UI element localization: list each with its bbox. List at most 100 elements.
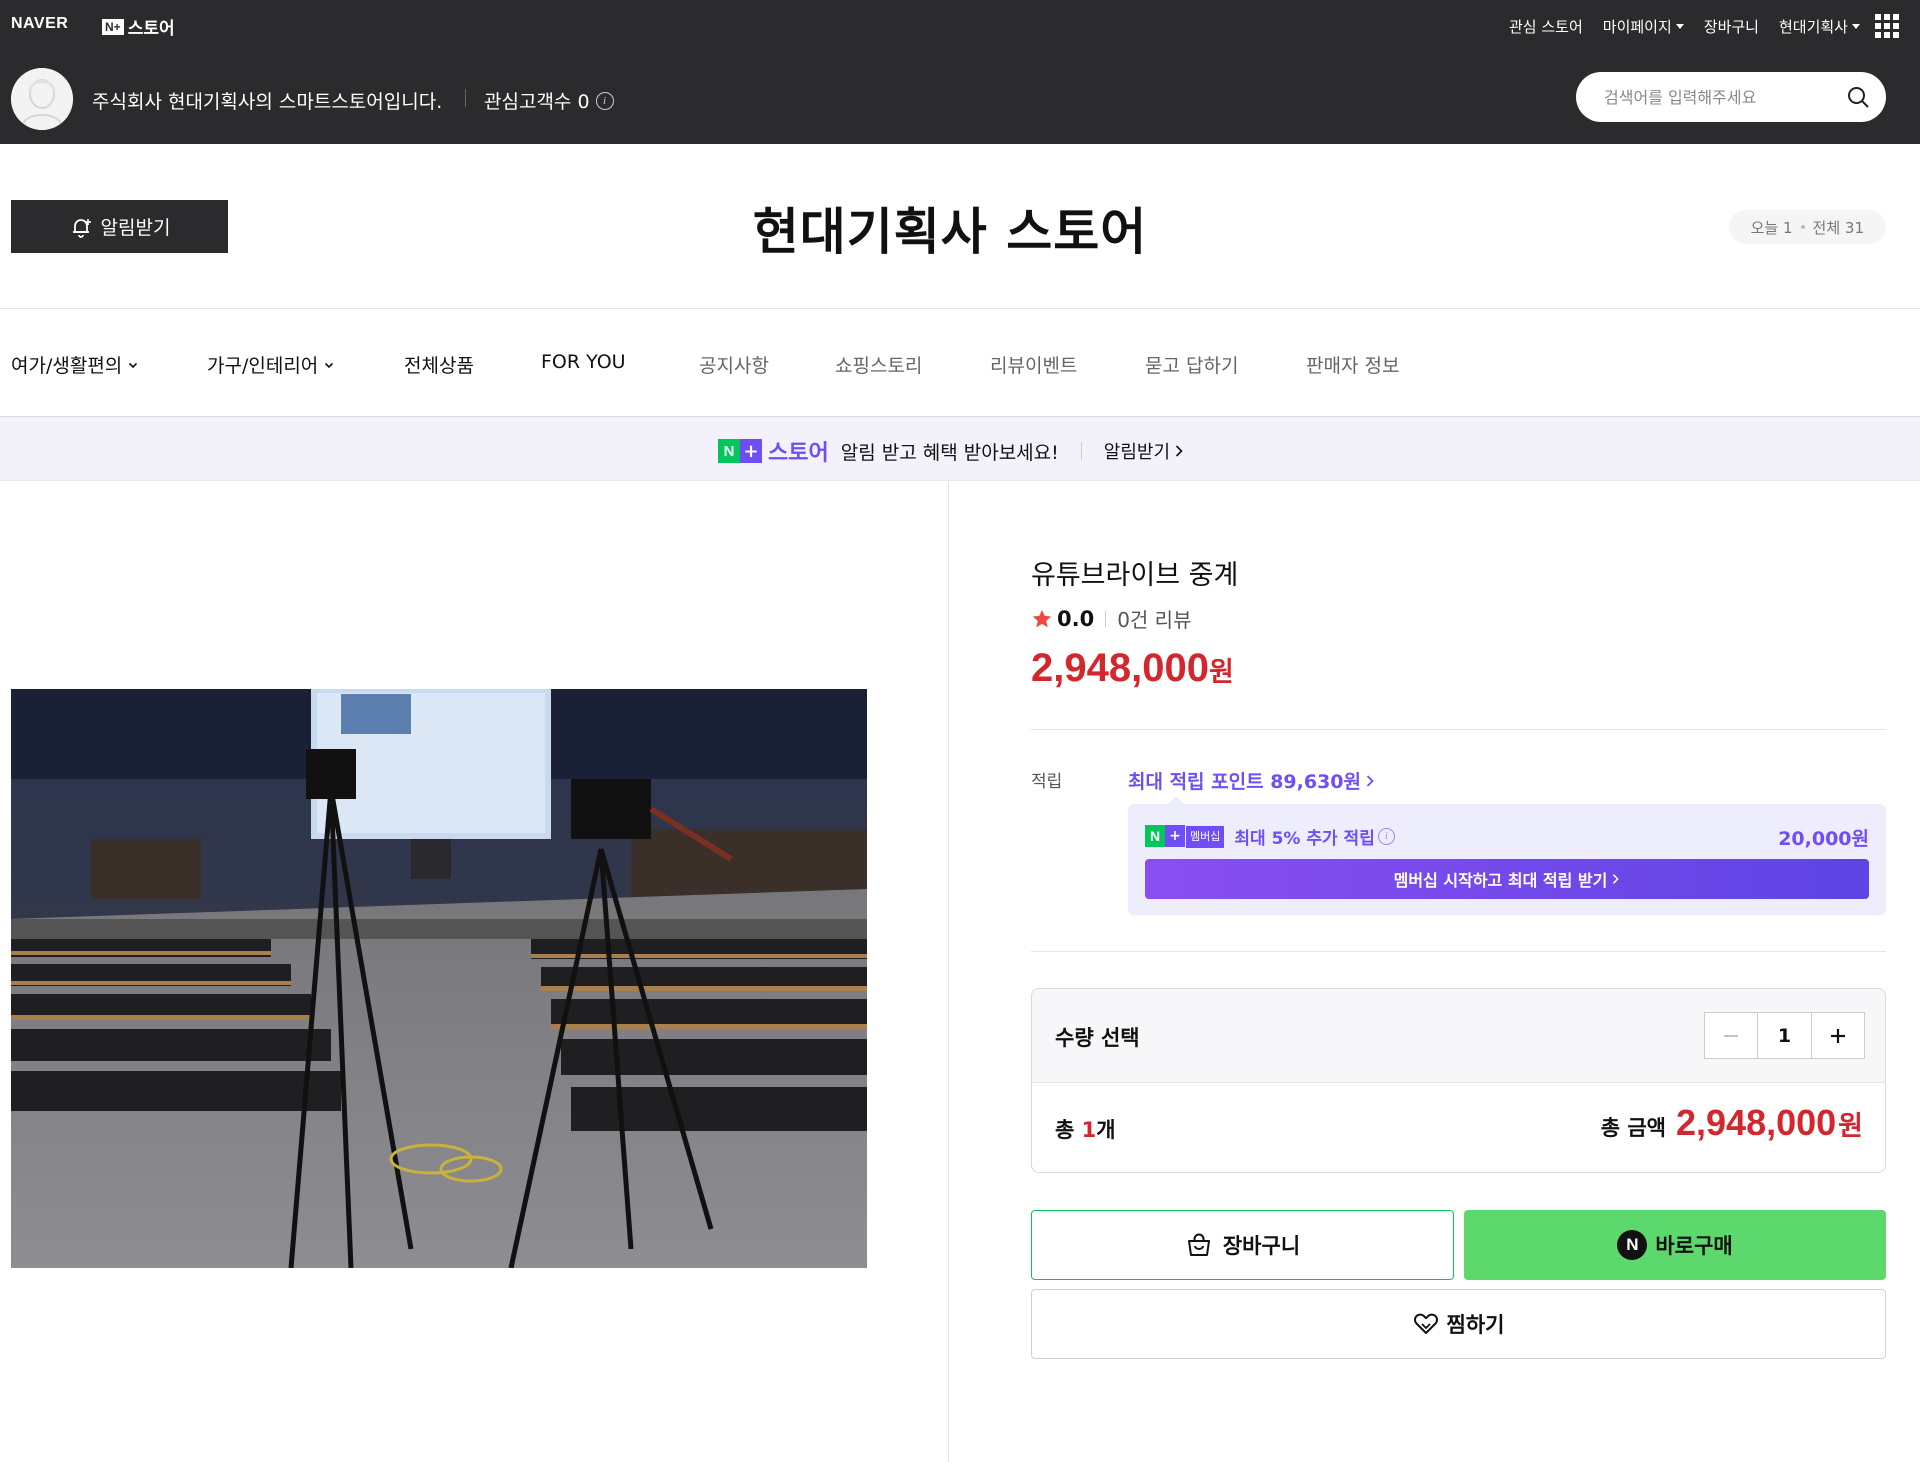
- info-icon[interactable]: i: [1377, 828, 1395, 845]
- dot-separator: [1800, 225, 1805, 229]
- product-image[interactable]: [11, 689, 867, 1268]
- nav-item-seller-info[interactable]: 판매자 정보: [1306, 351, 1399, 378]
- membership-start-button[interactable]: 멤버십 시작하고 최대 적립 받기: [1145, 859, 1869, 899]
- n-badge: N: [718, 439, 740, 463]
- divider: [948, 481, 949, 1462]
- total-amount-unit: 원: [1838, 1111, 1863, 1142]
- gnb-link-cart[interactable]: 장바구니: [1704, 16, 1759, 37]
- nav-item-label: 공지사항: [699, 355, 769, 377]
- membership-info: N + 멤버십 최대 5% 추가 적립 i: [1145, 824, 1395, 849]
- naver-logo[interactable]: NAVER: [11, 15, 68, 33]
- divider: [1080, 442, 1082, 460]
- gnb-link-favorite-stores[interactable]: 관심 스토어: [1509, 16, 1583, 37]
- nplus-badge: N +: [1145, 824, 1185, 849]
- buy-button-label: 바로구매: [1655, 1234, 1733, 1258]
- nav-item-leisure[interactable]: 여가/생활편의: [11, 351, 138, 378]
- nav-item-qna[interactable]: 묻고 답하기: [1145, 351, 1238, 378]
- nav-item-label: 가구/인테리어: [207, 355, 319, 377]
- price-value: 2,948,000: [1031, 646, 1209, 690]
- fan-count: 관심고객수 0 i: [484, 87, 614, 114]
- minus-icon: [1724, 1034, 1738, 1037]
- gnb-link-label: 마이페이지: [1602, 18, 1672, 36]
- nplus-box: N+: [102, 18, 124, 35]
- store-title[interactable]: 현대기획사 스토어: [0, 192, 1900, 264]
- global-nav: NAVER N+ 스토어 관심 스토어 마이페이지 장바구니 현대기획사: [0, 0, 1920, 50]
- avatar-person-icon: [11, 68, 73, 130]
- nav-item-shopping-story[interactable]: 쇼핑스토리: [835, 351, 922, 378]
- gnb-link-label: 장바구니: [1703, 18, 1759, 36]
- nav-item-review-event[interactable]: 리뷰이벤트: [990, 351, 1077, 378]
- gnb-link-user[interactable]: 현대기획사: [1779, 16, 1860, 37]
- visitor-today: 오늘 1: [1750, 218, 1793, 237]
- caret-down-icon: [1675, 24, 1684, 29]
- store-info-bar: 주식회사 현대기획사의 스마트스토어입니다. 관심고객수 0 i: [0, 60, 1920, 136]
- search-box: [1576, 72, 1886, 122]
- decrease-button[interactable]: [1705, 1013, 1758, 1058]
- product-price: 2,948,000 원: [1031, 646, 1234, 691]
- point-label: 적립: [1031, 772, 1063, 792]
- chevron-down-icon: [129, 362, 138, 368]
- total-amount-label: 총 금액: [1600, 1116, 1666, 1140]
- category-nav: 여가/생활편의 가구/인테리어 전체상품 FOR YOU 공지사항 쇼핑스토리 …: [0, 309, 1920, 416]
- membership-tag: 멤버십: [1186, 825, 1225, 848]
- visitor-total: 전체 31: [1812, 218, 1864, 237]
- info-icon[interactable]: i: [595, 91, 614, 110]
- nav-item-label: 전체상품: [404, 355, 474, 377]
- banner-content: N + 스토어 알림 받고 혜택 받아보세요! 알림받기: [718, 435, 1184, 467]
- add-to-cart-button[interactable]: 장바구니: [1031, 1210, 1454, 1280]
- store-description: 주식회사 현대기획사의 스마트스토어입니다.: [92, 91, 443, 113]
- divider: [1105, 610, 1107, 627]
- wishlist-button[interactable]: 찜하기: [1031, 1289, 1886, 1359]
- product-title: 유튜브라이브 중계: [1031, 560, 1239, 591]
- rating-score: 0.0: [1057, 606, 1095, 631]
- apps-grid-icon[interactable]: [1875, 14, 1899, 38]
- max-point-link[interactable]: 최대 적립 포인트 89,630원: [1128, 767, 1375, 794]
- nav-item-furniture[interactable]: 가구/인테리어: [207, 351, 334, 378]
- divider: [1031, 951, 1886, 952]
- increase-button[interactable]: [1811, 1013, 1864, 1058]
- banner-notify-link[interactable]: 알림받기: [1104, 438, 1184, 464]
- nav-item-label: 리뷰이벤트: [990, 355, 1078, 377]
- nav-item-notice[interactable]: 공지사항: [699, 351, 769, 378]
- nplus-store-text: 스토어: [127, 19, 175, 39]
- search-input[interactable]: [1604, 86, 1824, 108]
- nav-item-label: 묻고 답하기: [1145, 355, 1239, 377]
- buy-now-button[interactable]: N 바로구매: [1464, 1210, 1886, 1280]
- plus-badge: +: [740, 439, 762, 463]
- total-count: 총 1개: [1055, 1114, 1116, 1144]
- nav-item-all-products[interactable]: 전체상품: [404, 351, 474, 378]
- total-count-suffix: 개: [1096, 1118, 1116, 1142]
- nplus-store-logo[interactable]: N+ 스토어: [102, 14, 175, 39]
- banner-message: 알림 받고 혜택 받아보세요!: [840, 441, 1059, 464]
- total-count-prefix: 총: [1055, 1118, 1082, 1142]
- gnb-link-label: 현대기획사: [1778, 18, 1848, 36]
- fan-count-label: 관심고객수 0: [484, 91, 590, 113]
- banner-store-text: 스토어: [768, 441, 829, 466]
- nplus-badge: N +: [718, 439, 762, 463]
- review-count[interactable]: 0건 리뷰: [1117, 604, 1191, 633]
- chevron-right-icon: [1366, 774, 1374, 787]
- nav-item-label: 여가/생활편의: [11, 355, 123, 377]
- store-avatar[interactable]: [11, 68, 73, 130]
- heart-icon: [1413, 1313, 1438, 1334]
- wishlist-button-label: 찜하기: [1446, 1313, 1505, 1337]
- caret-down-icon: [1852, 24, 1860, 29]
- product-photo-illustration: [11, 689, 867, 1268]
- top-bar: NAVER N+ 스토어 관심 스토어 마이페이지 장바구니 현대기획사 주식회…: [0, 0, 1920, 144]
- search-icon[interactable]: [1847, 86, 1869, 108]
- chevron-down-icon: [325, 362, 334, 368]
- max-point-text: 최대 적립 포인트 89,630원: [1128, 771, 1362, 793]
- gnb-link-mypage[interactable]: 마이페이지: [1603, 16, 1684, 37]
- nav-item-label: FOR YOU: [541, 351, 626, 373]
- plus-badge: +: [1165, 824, 1185, 847]
- quantity-value[interactable]: 1: [1758, 1013, 1811, 1058]
- membership-amount: 20,000원: [1778, 828, 1869, 850]
- quantity-label: 수량 선택: [1055, 1026, 1140, 1050]
- product-rating: 0.0 0건 리뷰: [1031, 604, 1192, 633]
- n-badge: N: [1145, 824, 1165, 847]
- star-icon: [1032, 609, 1052, 627]
- divider: [465, 89, 466, 107]
- chevron-right-icon: [1613, 874, 1620, 884]
- total-amount-value: 2,948,000: [1676, 1102, 1837, 1143]
- nav-item-for-you[interactable]: FOR YOU: [541, 351, 626, 373]
